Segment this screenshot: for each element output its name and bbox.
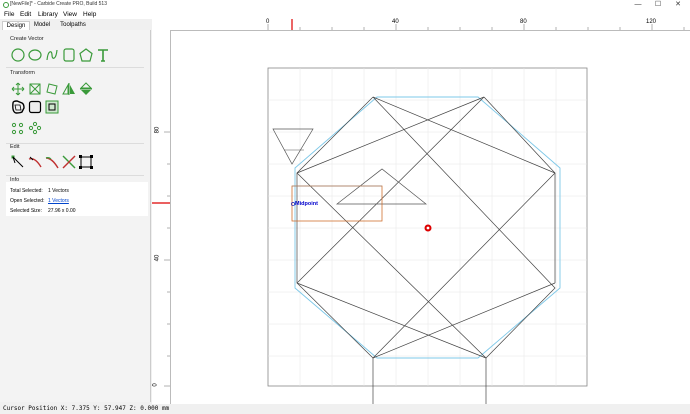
ruler-left-label: 40 (154, 254, 161, 262)
flip-tool-button[interactable] (79, 82, 93, 96)
app-logo-icon (3, 2, 9, 8)
ruler-ticks (267, 19, 685, 30)
array-tool-button[interactable] (28, 121, 42, 135)
panel-tabs: Design Model Toolpaths (0, 20, 150, 31)
offset-tool-button[interactable] (11, 100, 25, 114)
design-canvas[interactable]: Midpoint (152, 19, 690, 404)
scale-icon (29, 83, 41, 95)
info-label: Total Selected: (10, 188, 43, 194)
open-selected-link[interactable]: 1 Vectors (48, 198, 69, 204)
pentagon-icon (79, 48, 93, 62)
move-icon (11, 82, 25, 96)
maximize-button[interactable]: ☐ (648, 0, 668, 10)
circle-icon (11, 48, 25, 62)
align-tool-button[interactable] (11, 121, 25, 135)
tab-toolpaths[interactable]: Toolpaths (56, 21, 90, 30)
ruler-left-label: 0 (152, 383, 159, 387)
menu-edit[interactable]: Edit (20, 10, 31, 19)
scale-tool-button[interactable] (28, 82, 42, 96)
text-icon (98, 49, 108, 62)
offset-icon (12, 100, 25, 114)
extend-icon (45, 157, 59, 169)
extend-tool-button[interactable] (45, 155, 59, 169)
divider (6, 143, 144, 144)
minimize-button[interactable]: — (628, 0, 648, 10)
info-value: 1 Vectors (48, 188, 69, 194)
window-title: [NewFile]* - Carbide Create PRO, Build 5… (10, 1, 107, 7)
split-icon (62, 155, 76, 169)
trim-tool-button[interactable] (28, 155, 42, 169)
divider (6, 175, 144, 176)
section-create-vector: Create Vector (10, 36, 44, 42)
curve-tool-button[interactable] (45, 48, 59, 62)
array-icon (28, 121, 42, 135)
ruler-top-label: 0 (266, 19, 270, 25)
info-label: Open Selected: (10, 198, 45, 204)
rotate-icon (46, 83, 58, 95)
ellipse-icon (28, 49, 42, 61)
ellipse-tool-button[interactable] (28, 48, 42, 62)
text-tool-button[interactable] (96, 48, 110, 62)
menu-file[interactable]: File (4, 10, 14, 19)
menu-help[interactable]: Help (83, 10, 96, 19)
status-bar: Cursor Position X: 7.375 Y: 57.947 Z: 0.… (0, 404, 690, 414)
ruler-top: 0 40 80 120 (170, 19, 690, 31)
section-transform: Transform (10, 70, 35, 76)
boolean-icon (45, 100, 59, 114)
circle-tool-button[interactable] (11, 48, 25, 62)
ruler-left: 80 40 0 (152, 30, 171, 404)
info-label: Selected Size: (10, 208, 42, 214)
split-tool-button[interactable] (62, 155, 76, 169)
divider (6, 67, 144, 68)
tab-icon (79, 155, 93, 169)
mirror-icon (62, 83, 75, 95)
rotate-tool-button[interactable] (45, 82, 59, 96)
mirror-tool-button[interactable] (62, 82, 76, 96)
menu-library[interactable]: Library (38, 10, 58, 19)
node-edit-icon (11, 155, 24, 168)
ruler-ticks (152, 131, 170, 387)
title-bar: [NewFile]* - Carbide Create PRO, Build 5… (0, 0, 690, 10)
align-icon (11, 122, 24, 135)
boolean-tool-button[interactable] (45, 100, 59, 114)
rectangle-tool-button[interactable] (62, 48, 76, 62)
join-icon (28, 100, 42, 114)
join-tool-button[interactable] (28, 100, 42, 114)
flip-icon (79, 82, 93, 95)
ruler-top-label: 80 (520, 19, 527, 25)
menu-bar: File Edit Library View Help (0, 10, 690, 19)
move-tool-button[interactable] (11, 82, 25, 96)
node-edit-tool-button[interactable] (11, 155, 25, 169)
cursor-position-readout: Cursor Position X: 7.375 Y: 57.947 Z: 0.… (3, 405, 170, 412)
polygon-tool-button[interactable] (79, 48, 93, 62)
menu-view[interactable]: View (63, 10, 77, 19)
design-panel: Create Vector Transform Edit Info (0, 30, 151, 402)
tab-tool-button[interactable] (79, 155, 93, 169)
info-box: Total Selected: 1 Vectors Open Selected:… (6, 182, 148, 216)
curve-icon (46, 49, 58, 61)
snap-label: Midpoint (295, 201, 318, 207)
rectangle-icon (63, 48, 75, 62)
ruler-top-label: 40 (392, 19, 399, 25)
section-edit: Edit (10, 144, 20, 150)
info-value: 27.96 x 0.00 (48, 208, 76, 214)
canvas-drawing (267, 67, 588, 404)
ruler-left-label: 80 (154, 126, 161, 134)
trim-icon (28, 156, 42, 168)
tab-model[interactable]: Model (31, 21, 53, 30)
ruler-top-label: 120 (646, 19, 657, 25)
close-button[interactable]: ✕ (668, 0, 688, 10)
